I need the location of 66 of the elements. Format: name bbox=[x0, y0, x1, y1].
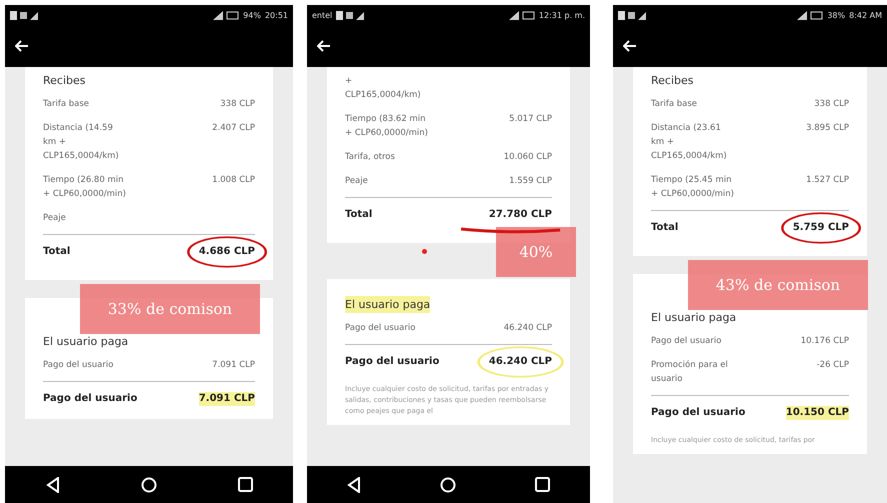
annotation-note: 40% bbox=[496, 227, 576, 277]
row-label: Pago del usuario bbox=[651, 335, 722, 348]
row-label: Tarifa base bbox=[651, 98, 698, 111]
row-value: 10.176 CLP bbox=[800, 335, 849, 348]
signal-icon bbox=[508, 10, 535, 20]
row-value: -26 CLP bbox=[816, 359, 849, 372]
battery-level: 94% bbox=[243, 10, 261, 20]
carrier-name: entel bbox=[312, 10, 332, 20]
row-value: 46.240 CLP bbox=[504, 322, 552, 335]
row-value: 10.150 CLP bbox=[786, 406, 849, 420]
row-label: Peaje bbox=[345, 175, 368, 188]
row-value: 46.240 CLP bbox=[488, 355, 552, 369]
section-title: El usuario paga bbox=[345, 296, 430, 313]
row-label: Pago del usuario bbox=[43, 392, 138, 406]
clock-time: 12:31 p. m. bbox=[538, 10, 585, 20]
row-label: Pago del usuario bbox=[43, 359, 114, 372]
row-value: 338 CLP bbox=[814, 98, 849, 111]
row-label: Tiempo (26.80 min + CLP60,0000/min) bbox=[43, 174, 127, 201]
row-value: 2.407 CLP bbox=[212, 122, 255, 135]
row-label: Tarifa, otros bbox=[345, 151, 395, 164]
row-label: + CLP165,0004/km) bbox=[345, 75, 422, 102]
row-label: Total bbox=[43, 245, 70, 259]
row-value: 5.017 CLP bbox=[509, 113, 552, 126]
row-value: 27.780 CLP bbox=[488, 208, 552, 222]
row-value: 5.759 CLP bbox=[792, 221, 849, 235]
row-value: 338 CLP bbox=[220, 98, 255, 111]
annotation-note: 33% de comison bbox=[80, 284, 260, 334]
section-title: Recibes bbox=[651, 73, 694, 89]
back-triangle-icon[interactable] bbox=[46, 476, 60, 492]
row-label: Pago del usuario bbox=[345, 355, 440, 369]
back-triangle-icon[interactable] bbox=[346, 476, 361, 492]
home-circle-icon[interactable] bbox=[140, 476, 156, 492]
row-label: Tarifa base bbox=[43, 98, 90, 111]
row-value: 1.527 CLP bbox=[806, 174, 849, 187]
row-value: 3.895 CLP bbox=[806, 122, 849, 135]
back-arrow-icon[interactable] bbox=[317, 40, 331, 52]
back-arrow-icon[interactable] bbox=[623, 40, 637, 52]
row-label: Total bbox=[651, 221, 678, 235]
back-arrow-icon[interactable] bbox=[15, 40, 29, 52]
recent-apps-square-icon[interactable] bbox=[238, 477, 252, 492]
row-value: 4.686 CLP bbox=[198, 245, 255, 259]
row-value: 10.060 CLP bbox=[504, 151, 552, 164]
row-label: Pago del usuario bbox=[345, 322, 416, 335]
signal-icon bbox=[213, 10, 240, 20]
row-value: 1.559 CLP bbox=[509, 175, 552, 188]
signal-icon bbox=[797, 10, 824, 20]
row-value: 7.091 CLP bbox=[198, 392, 255, 406]
home-circle-icon[interactable] bbox=[440, 476, 456, 492]
section-title: El usuario paga bbox=[651, 310, 736, 326]
battery-level: 38% bbox=[827, 10, 846, 20]
row-value: 1.008 CLP bbox=[212, 174, 255, 187]
clock-time: 20:51 bbox=[264, 10, 288, 20]
section-title: El usuario paga bbox=[43, 334, 128, 350]
clock-time: 8:42 AM bbox=[849, 10, 882, 20]
section-title: Recibes bbox=[43, 73, 86, 89]
annotation-note: 43% de comison bbox=[688, 260, 868, 310]
row-label: Peaje bbox=[43, 212, 66, 225]
row-label: Promoción para el usuario bbox=[651, 359, 729, 386]
row-label: Distancia (14.59 km + CLP165,0004/km) bbox=[43, 122, 120, 163]
row-label: Tiempo (25.45 min + CLP60,0000/min) bbox=[651, 174, 735, 201]
row-label: Distancia (23.61 km + CLP165,0004/km) bbox=[651, 122, 728, 163]
recent-apps-square-icon[interactable] bbox=[535, 477, 550, 492]
row-label: Total bbox=[345, 208, 372, 222]
row-value: 7.091 CLP bbox=[212, 359, 255, 372]
row-label: Tiempo (83.62 min + CLP60,0000/min) bbox=[345, 113, 429, 140]
row-label: Pago del usuario bbox=[651, 406, 746, 420]
